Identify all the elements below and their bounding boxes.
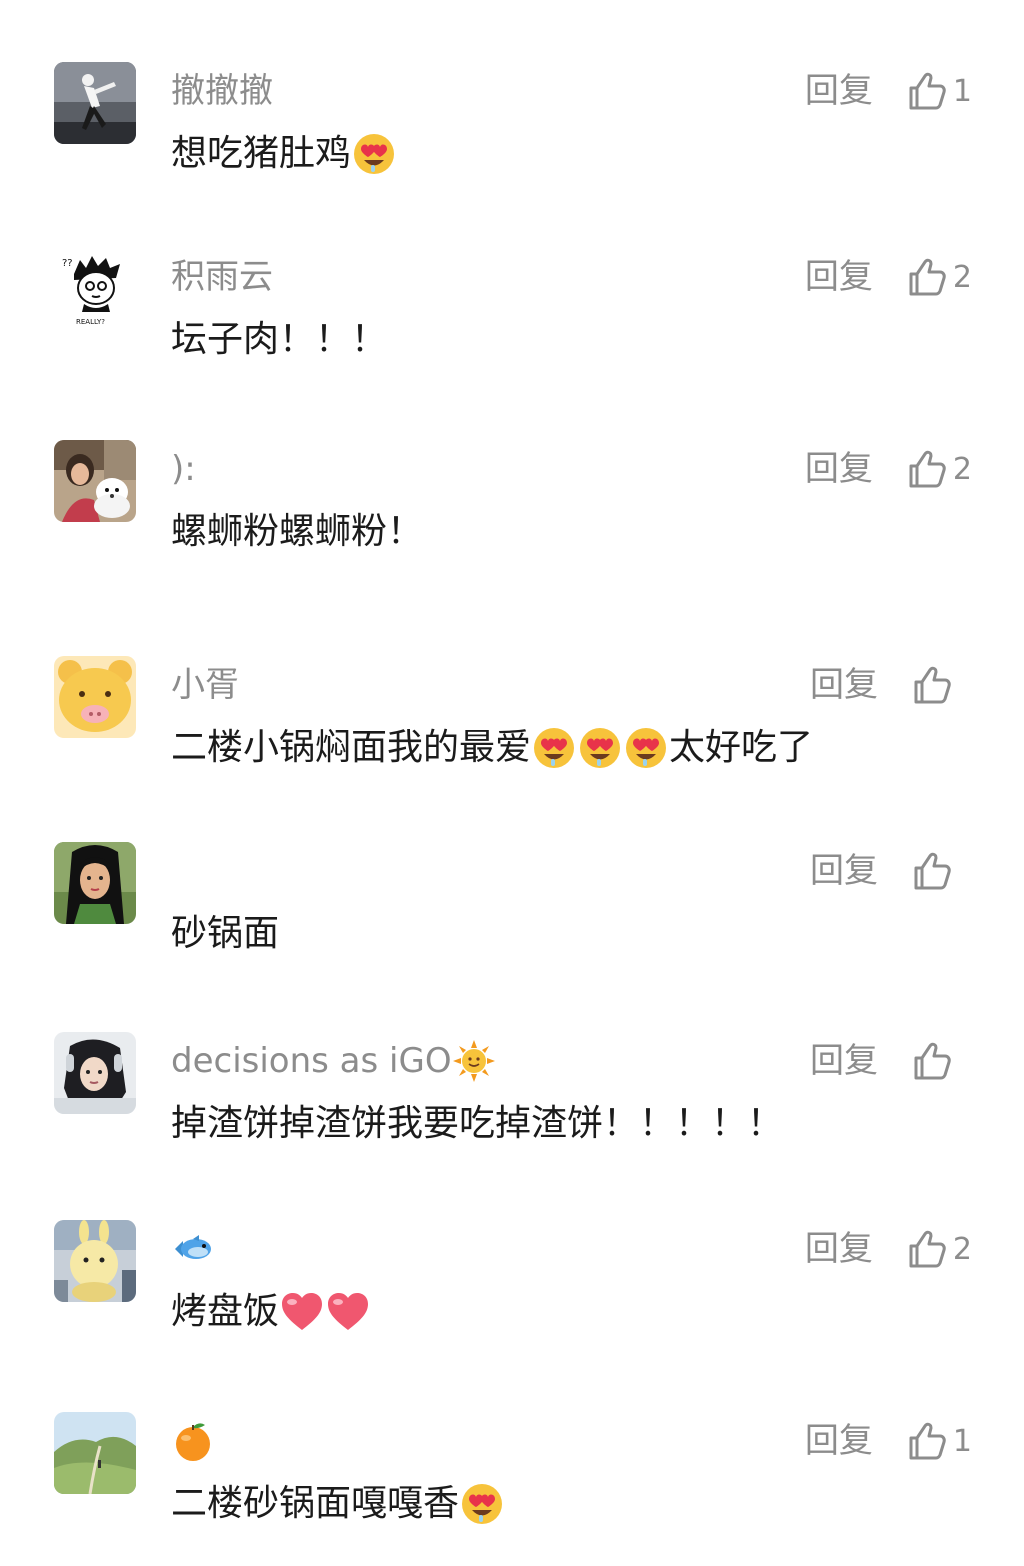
sun-emoji (452, 1039, 496, 1083)
avatar[interactable] (54, 1412, 136, 1494)
comment-text-content: 二楼砂锅面嘎嘎香 (171, 1483, 460, 1524)
username[interactable]: 积雨云 (171, 254, 273, 300)
comment-text-content: 烤盘饭 (171, 1291, 280, 1332)
comment-item: ): 螺蛳粉螺蛳粉！ 回复 2 (0, 440, 1024, 580)
avatar[interactable] (54, 1032, 136, 1114)
comment-actions: 回复 1 (805, 68, 972, 114)
thumbs-up-icon (905, 1420, 947, 1462)
like-button[interactable]: 2 (905, 256, 972, 298)
username[interactable] (171, 1226, 215, 1272)
like-button[interactable]: 1 (905, 1420, 972, 1462)
username-text: 撤撤撤 (171, 71, 273, 111)
comment-text: 砂锅面 (171, 908, 279, 960)
avatar[interactable] (54, 1220, 136, 1302)
comment-actions: 回复 (810, 848, 972, 894)
reply-button[interactable]: 回复 (810, 1038, 878, 1084)
thumbs-up-icon (905, 1228, 947, 1270)
reply-button[interactable]: 回复 (810, 848, 878, 894)
heart-eyes-emoji (531, 725, 577, 771)
comment-actions: 回复 (810, 662, 972, 708)
comment-text: 烤盘饭 (171, 1286, 371, 1338)
comment-text: 二楼小锅焖面我的最爱 太好吃了 (171, 722, 813, 774)
reply-button[interactable]: 回复 (805, 1418, 873, 1464)
comment-text: 坛子肉！！！ (171, 314, 387, 366)
reply-button[interactable]: 回复 (810, 662, 878, 708)
thumbs-up-icon (905, 256, 947, 298)
avatar[interactable] (54, 440, 136, 522)
like-count: 1 (952, 1423, 972, 1459)
username-text: ): (171, 449, 196, 489)
reply-button[interactable]: 回复 (805, 1226, 873, 1272)
thumbs-up-icon (910, 1040, 952, 1082)
like-button[interactable] (910, 664, 972, 706)
comment-text-tail: 太好吃了 (669, 727, 814, 768)
comment-text: 螺蛳粉螺蛳粉！ (171, 506, 423, 558)
comment-text-content: 想吃猪肚鸡 (171, 133, 352, 174)
comment-item: 二楼砂锅面嘎嘎香 回复 1 (0, 1412, 1024, 1552)
comment-text-content: 掉渣饼掉渣饼我要吃掉渣饼！！！！！ (171, 1103, 784, 1144)
comment-item: REALLY? ?? 积雨云 坛子肉！！！ 回复 2 (0, 248, 1024, 388)
comment-item: 撤撤撤 想吃猪肚鸡 回复 1 (0, 62, 1024, 202)
thumbs-up-icon (905, 448, 947, 490)
comment-actions: 回复 2 (805, 446, 972, 492)
avatar[interactable] (54, 842, 136, 924)
svg-text:??: ?? (62, 258, 73, 269)
username[interactable]: decisions as iGO (171, 1038, 496, 1084)
like-button[interactable]: 1 (905, 70, 972, 112)
avatar[interactable]: REALLY? ?? (54, 248, 136, 330)
fish-emoji (171, 1227, 215, 1271)
thumbs-up-icon (905, 70, 947, 112)
username[interactable]: 撤撤撤 (171, 68, 273, 114)
username[interactable]: ): (171, 446, 196, 492)
red-heart-emoji (325, 1289, 371, 1335)
comment-item: 砂锅面 回复 (0, 842, 1024, 982)
orange-emoji (171, 1419, 215, 1463)
like-count: 2 (952, 451, 972, 487)
heart-eyes-emoji (459, 1481, 505, 1527)
reply-button[interactable]: 回复 (805, 446, 873, 492)
like-button[interactable]: 2 (905, 1228, 972, 1270)
like-button[interactable] (910, 1040, 972, 1082)
thumbs-up-icon (910, 850, 952, 892)
like-count: 2 (952, 259, 972, 295)
like-count: 1 (952, 73, 972, 109)
comment-text: 掉渣饼掉渣饼我要吃掉渣饼！！！！！ (171, 1098, 783, 1150)
comment-text: 二楼砂锅面嘎嘎香 (171, 1478, 505, 1530)
username-text: 小胥 (171, 665, 239, 705)
reply-button[interactable]: 回复 (805, 68, 873, 114)
comment-actions: 回复 2 (805, 254, 972, 300)
comment-text-content: 二楼小锅焖面我的最爱 (171, 727, 532, 768)
username[interactable] (171, 1418, 215, 1464)
comment-text: 想吃猪肚鸡 (171, 128, 397, 180)
username-text: decisions as iGO (171, 1041, 452, 1081)
comment-list: 撤撤撤 想吃猪肚鸡 回复 1 REALLY? ?? 积雨云 坛子肉！！！ 回复 … (0, 0, 1024, 1566)
like-button[interactable]: 2 (905, 448, 972, 490)
comment-actions: 回复 (810, 1038, 972, 1084)
thumbs-up-icon (910, 664, 952, 706)
comment-item: decisions as iGO 掉渣饼掉渣饼我要吃掉渣饼！！！！！ 回复 (0, 1032, 1024, 1172)
comment-actions: 回复 2 (805, 1226, 972, 1272)
heart-eyes-emoji (351, 131, 397, 177)
comment-text-content: 坛子肉！！！ (171, 319, 388, 360)
comment-text-content: 螺蛳粉螺蛳粉！ (171, 511, 424, 552)
comment-item: 小胥 二楼小锅焖面我的最爱 太好吃了 回复 (0, 656, 1024, 796)
avatar[interactable] (54, 62, 136, 144)
username-text: 积雨云 (171, 257, 273, 297)
like-button[interactable] (910, 850, 972, 892)
avatar[interactable] (54, 656, 136, 738)
svg-text:REALLY?: REALLY? (76, 318, 105, 326)
heart-eyes-emoji (577, 725, 623, 771)
like-count: 2 (952, 1231, 972, 1267)
reply-button[interactable]: 回复 (805, 254, 873, 300)
red-heart-emoji (279, 1289, 325, 1335)
comment-item: 烤盘饭 回复 2 (0, 1220, 1024, 1360)
comment-actions: 回复 1 (805, 1418, 972, 1464)
username[interactable]: 小胥 (171, 662, 239, 708)
heart-eyes-emoji (623, 725, 669, 771)
comment-text-content: 砂锅面 (171, 913, 280, 954)
